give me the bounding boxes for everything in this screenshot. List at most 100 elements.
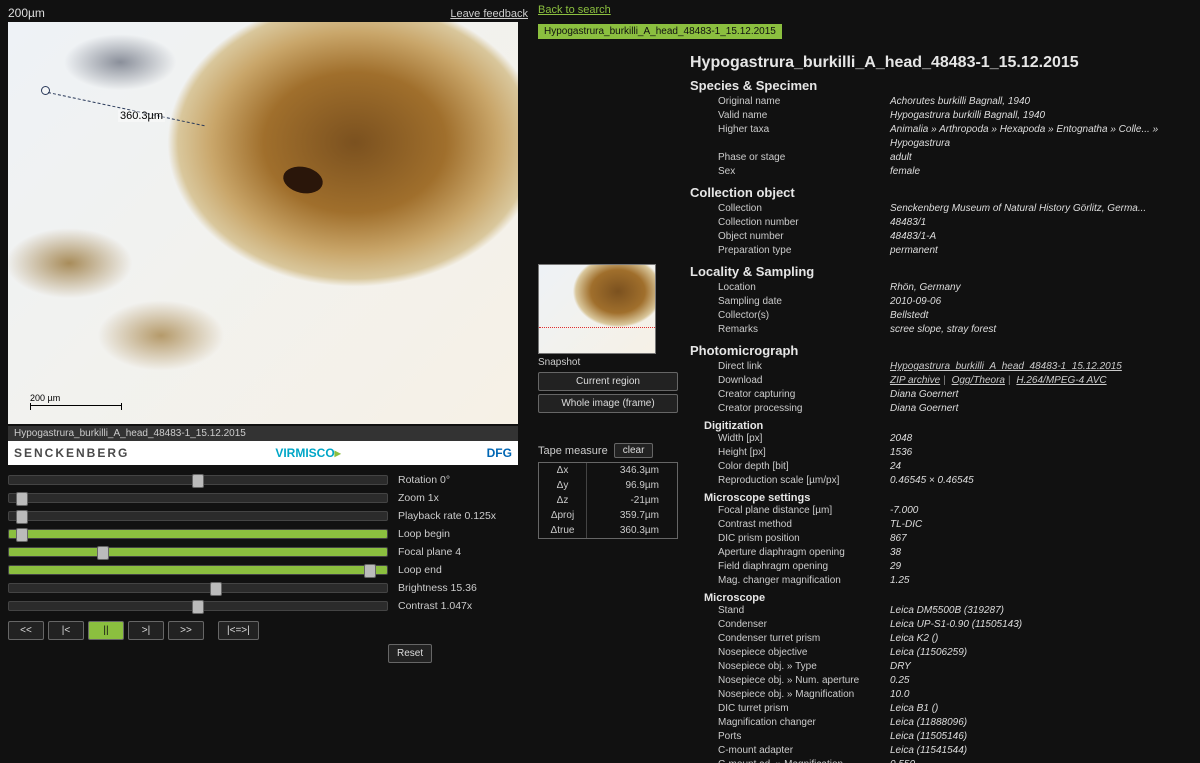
slider-label: Rotation 0°: [398, 474, 450, 486]
meta-row: Nosepiece objectiveLeica (11506259): [690, 646, 1196, 660]
meta-row: DIC prism position867: [690, 532, 1196, 546]
meta-row: Aperture diaphragm opening38: [690, 546, 1196, 560]
tape-value: 96.9µm: [587, 478, 665, 493]
meta-value: DRY: [890, 660, 1196, 674]
meta-value: Rhön, Germany: [890, 281, 1196, 295]
slider-thumb[interactable]: [192, 474, 204, 488]
slider-track[interactable]: [8, 583, 388, 593]
reset-button[interactable]: Reset: [388, 644, 432, 663]
slider-thumb[interactable]: [364, 564, 376, 578]
download-ogg-link[interactable]: Ogg/Theora: [952, 375, 1005, 386]
pause-button[interactable]: ||: [88, 621, 124, 640]
current-region-button[interactable]: Current region: [538, 372, 678, 391]
back-to-search-link[interactable]: Back to search: [538, 4, 611, 16]
slider-thumb[interactable]: [16, 492, 28, 506]
meta-row: Preparation typepermanent: [690, 244, 1196, 258]
fast-forward-button[interactable]: >>: [168, 621, 204, 640]
direct-link[interactable]: Hypogastrura_burkilli_A_head_48483-1_15.…: [890, 361, 1122, 372]
slider-row: Zoom 1x: [8, 489, 518, 507]
slider-track[interactable]: [8, 475, 388, 485]
meta-key: Mag. changer magnification: [690, 574, 890, 588]
loop-toggle-button[interactable]: |<=>|: [218, 621, 259, 640]
slider-label: Zoom 1x: [398, 492, 439, 504]
meta-row: Nosepiece obj. » Num. aperture0.25: [690, 674, 1196, 688]
meta-key: Magnification changer: [690, 716, 890, 730]
meta-key: Sampling date: [690, 295, 890, 309]
meta-value: permanent: [890, 244, 1196, 258]
meta-value: Leica DM5500B (319287): [890, 604, 1196, 618]
meta-key: Nosepiece obj. » Type: [690, 660, 890, 674]
meta-key: Height [px]: [690, 446, 890, 460]
slider-thumb[interactable]: [97, 546, 109, 560]
tape-row: Δx346.3µm: [539, 463, 677, 478]
meta-row: LocationRhön, Germany: [690, 281, 1196, 295]
slider-thumb[interactable]: [16, 510, 28, 524]
tape-row: Δz-21µm: [539, 493, 677, 508]
meta-value: Leica (11888096): [890, 716, 1196, 730]
meta-value: Animalia » Arthropoda » Hexapoda » Entog…: [890, 123, 1196, 151]
meta-key: Remarks: [690, 323, 890, 337]
meta-value: adult: [890, 151, 1196, 165]
slider-thumb[interactable]: [16, 528, 28, 542]
tape-key: Δtrue: [539, 523, 587, 538]
meta-key: DIC turret prism: [690, 702, 890, 716]
slider-track[interactable]: [8, 565, 388, 575]
slider-thumb[interactable]: [192, 600, 204, 614]
snapshot-thumbnail[interactable]: [538, 264, 656, 354]
tape-row: Δy96.9µm: [539, 478, 677, 493]
playback-controls: << |< || >| >> |<=>|: [8, 621, 528, 640]
tape-key: Δy: [539, 478, 587, 493]
tape-clear-button[interactable]: clear: [614, 443, 654, 458]
slider-row: Loop begin: [8, 525, 518, 543]
micrograph-viewer[interactable]: 360.3µm 200 µm: [8, 22, 518, 424]
rewind-button[interactable]: <<: [8, 621, 44, 640]
meta-key: Stand: [690, 604, 890, 618]
slider-track[interactable]: [8, 547, 388, 557]
meta-value: -7.000: [890, 504, 1196, 518]
slider-track[interactable]: [8, 529, 388, 539]
meta-value: Achorutes burkilli Bagnall, 1940: [890, 95, 1196, 109]
slider-row: Brightness 15.36: [8, 579, 518, 597]
meta-key: Collector(s): [690, 309, 890, 323]
specimen-chip[interactable]: Hypogastrura_burkilli_A_head_48483-1_15.…: [538, 24, 782, 39]
meta-key: Focal plane distance [µm]: [690, 504, 890, 518]
senckenberg-logo: SENCKENBERG: [14, 446, 129, 460]
meta-row: Magnification changerLeica (11888096): [690, 716, 1196, 730]
meta-row: Object number48483/1-A: [690, 230, 1196, 244]
slider-track[interactable]: [8, 511, 388, 521]
virmisco-logo: VIRMISCO▸: [275, 446, 340, 460]
meta-row: Collector(s)Bellstedt: [690, 309, 1196, 323]
meta-row: Contrast methodTL-DIC: [690, 518, 1196, 532]
slider-row: Loop end: [8, 561, 518, 579]
meta-key: Higher taxa: [690, 123, 890, 151]
subsection-digitization: Digitization: [704, 420, 1196, 432]
slider-track[interactable]: [8, 601, 388, 611]
meta-row: Focal plane distance [µm]-7.000: [690, 504, 1196, 518]
measure-anchor-icon[interactable]: [41, 86, 50, 95]
tape-key: Δproj: [539, 508, 587, 523]
meta-row: Phase or stageadult: [690, 151, 1196, 165]
meta-row: Nosepiece obj. » Magnification10.0: [690, 688, 1196, 702]
meta-value: Leica K2 (): [890, 632, 1196, 646]
slider-thumb[interactable]: [210, 582, 222, 596]
step-back-button[interactable]: |<: [48, 621, 84, 640]
metadata-pane: Hypogastrura_burkilli_A_head_48483-1_15.…: [690, 54, 1196, 763]
slider-label: Loop end: [398, 564, 442, 576]
step-forward-button[interactable]: >|: [128, 621, 164, 640]
download-h264-link[interactable]: H.264/MPEG-4 AVC: [1016, 375, 1106, 386]
download-zip-link[interactable]: ZIP archive: [890, 375, 940, 386]
meta-key: Nosepiece obj. » Num. aperture: [690, 674, 890, 688]
slider-label: Playback rate 0.125x: [398, 510, 496, 522]
left-pane: 200µm Leave feedback 360.3µm 200 µm Hypo…: [8, 0, 528, 663]
whole-image-button[interactable]: Whole image (frame): [538, 394, 678, 413]
meta-key: Condenser turret prism: [690, 632, 890, 646]
meta-value: 24: [890, 460, 1196, 474]
section-locality: Locality & Sampling: [690, 264, 1196, 279]
meta-row: C-mount adapterLeica (11541544): [690, 744, 1196, 758]
tape-measure-table: Δx346.3µmΔy96.9µmΔz-21µmΔproj359.7µmΔtru…: [538, 462, 678, 539]
meta-key: Collection: [690, 202, 890, 216]
meta-row: Sexfemale: [690, 165, 1196, 179]
leave-feedback-link[interactable]: Leave feedback: [450, 8, 528, 20]
slider-track[interactable]: [8, 493, 388, 503]
meta-value: 2010-09-06: [890, 295, 1196, 309]
